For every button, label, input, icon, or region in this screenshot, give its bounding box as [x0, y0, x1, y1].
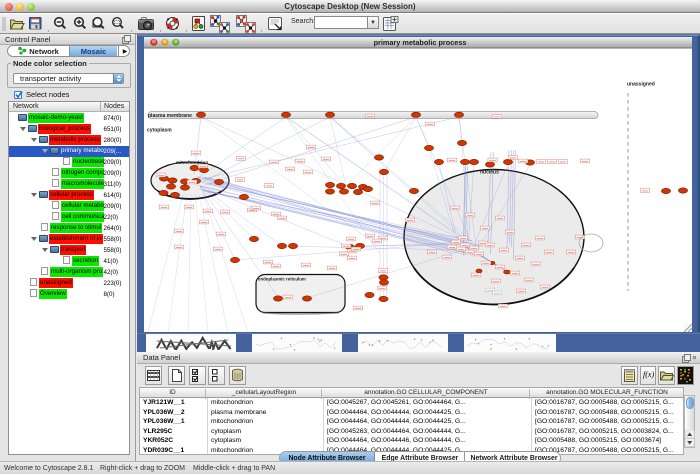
svg-text:cytoplasm: cytoplasm: [147, 128, 172, 134]
svg-text:plasma membrane: plasma membrane: [148, 113, 192, 119]
svg-text:unassigned: unassigned: [627, 82, 655, 88]
svg-text:nucleus: nucleus: [480, 170, 499, 176]
svg-text:primary metabolic process: primary metabolic process: [374, 38, 467, 47]
